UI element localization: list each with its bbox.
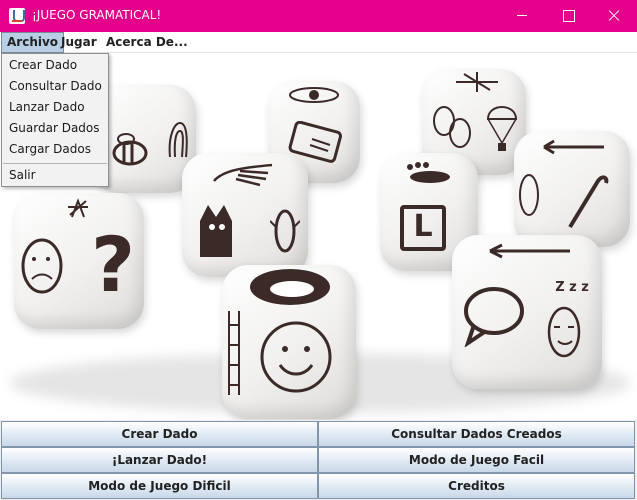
beetle-icon <box>269 197 301 259</box>
modo-facil-button[interactable]: Modo de Juego Facil <box>318 447 635 473</box>
minimize-button[interactable] <box>499 0 545 32</box>
footprint-icon <box>400 161 456 187</box>
die-speech: Z z z <box>452 235 602 389</box>
menu-separator <box>3 163 107 164</box>
bee-icon <box>106 131 156 171</box>
question-mark: ? <box>90 220 136 309</box>
star-icon <box>62 197 102 219</box>
cane-icon <box>564 171 610 229</box>
fingerprint-icon <box>166 117 190 161</box>
letter-l: L <box>413 209 433 244</box>
alien-face-icon <box>518 171 540 219</box>
monster-icon <box>190 197 242 263</box>
hand-icon <box>210 159 280 189</box>
eye-icon <box>286 85 342 105</box>
zzz-text: Z z z <box>555 280 589 295</box>
ladder-icon <box>226 311 242 395</box>
menu-archivo[interactable]: Archivo <box>1 32 65 53</box>
die-hand <box>182 153 308 277</box>
horse-rider-icon <box>248 267 332 309</box>
menu-item-crear-dado[interactable]: Crear Dado <box>3 55 107 76</box>
die-cane <box>514 131 630 247</box>
compass-icon <box>452 71 502 93</box>
smile-face-icon <box>258 319 334 395</box>
archivo-dropdown-menu: Crear Dado Consultar Dado Lanzar Dado Gu… <box>1 53 109 187</box>
sleeping-face-icon <box>546 305 582 359</box>
java-app-icon <box>9 8 25 24</box>
menu-item-consultar-dado[interactable]: Consultar Dado <box>3 76 107 97</box>
close-button[interactable] <box>591 0 637 32</box>
die-question: ? <box>14 193 144 329</box>
arrow-icon <box>542 139 606 155</box>
sad-face-icon <box>20 237 64 295</box>
window-title: ¡JUEGO GRAMATICAL! <box>32 8 162 22</box>
menu-item-cargar-dados[interactable]: Cargar Dados <box>3 139 107 160</box>
menu-jugar[interactable]: Jugar <box>56 32 102 53</box>
button-panel: Crear Dado Consultar Dados Creados ¡Lanz… <box>0 420 637 500</box>
crear-dado-button[interactable]: Crear Dado <box>1 421 318 447</box>
menu-acerca-de[interactable]: Acerca De... <box>101 32 193 53</box>
creditos-button[interactable]: Creditos <box>318 473 635 499</box>
modo-dificil-button[interactable]: Modo de Juego Dificil <box>1 473 318 499</box>
maximize-button[interactable] <box>545 0 591 32</box>
arrow-left-icon <box>488 243 572 259</box>
menu-item-lanzar-dado[interactable]: Lanzar Dado <box>3 97 107 118</box>
title-bar: ¡JUEGO GRAMATICAL! <box>0 0 637 32</box>
lanzar-dado-button[interactable]: ¡Lanzar Dado! <box>1 447 318 473</box>
speech-bubble-icon <box>460 285 526 348</box>
parachute-icon <box>484 99 520 155</box>
menu-item-guardar-dados[interactable]: Guardar Dados <box>3 118 107 139</box>
die-smile <box>222 265 356 419</box>
masks-icon <box>430 103 474 153</box>
menu-item-salir[interactable]: Salir <box>3 165 107 186</box>
learner-plate-icon: L <box>400 205 446 251</box>
menu-bar: Archivo Jugar Acerca De... <box>0 32 637 53</box>
consultar-dados-button[interactable]: Consultar Dados Creados <box>318 421 635 447</box>
